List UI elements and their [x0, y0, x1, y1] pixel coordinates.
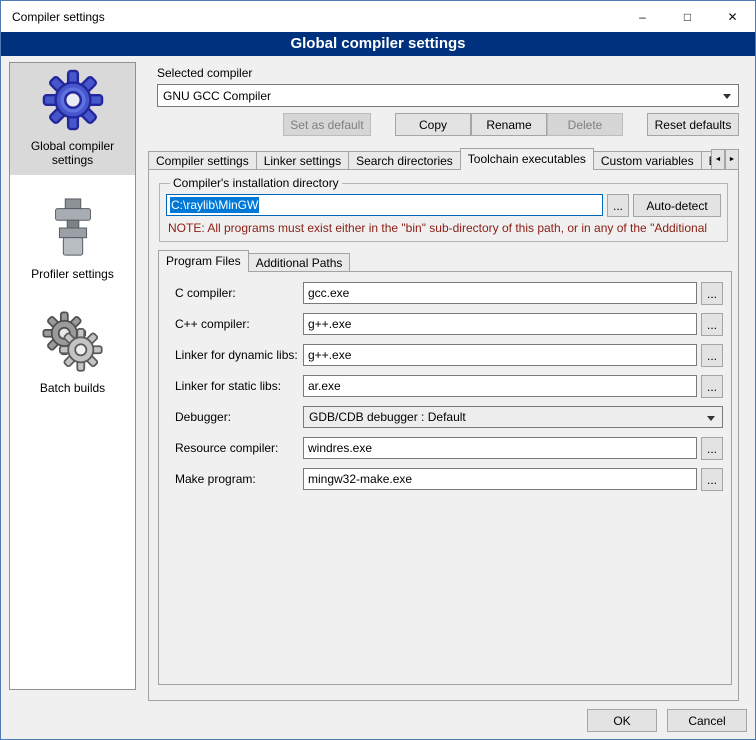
delete-button[interactable]: Delete	[547, 113, 623, 136]
chevron-down-icon	[707, 416, 715, 421]
dialog-footer: OK Cancel	[587, 709, 747, 732]
debugger-select[interactable]: GDB/CDB debugger : Default	[303, 406, 723, 428]
field-row: Make program: ...	[175, 468, 723, 490]
set-as-default-button[interactable]: Set as default	[283, 113, 371, 136]
program-files-panel: C compiler: ... C++ compiler: ... Linker…	[158, 271, 732, 685]
tabs-view: Compiler settings Linker settings Search…	[148, 148, 711, 170]
resource-compiler-input[interactable]	[303, 437, 697, 459]
main-content: Selected compiler GNU GCC Compiler Set a…	[147, 56, 740, 739]
c-compiler-label: C compiler:	[175, 282, 303, 304]
dialog-body: Global compiler settings Profiler settin…	[1, 56, 755, 739]
sidebar-item-label: Global compiler settings	[12, 139, 133, 167]
tab-scroll-left-button[interactable]: ◄	[711, 149, 725, 170]
window-title: Compiler settings	[1, 10, 620, 24]
copy-button[interactable]: Copy	[395, 113, 471, 136]
cancel-button[interactable]: Cancel	[667, 709, 747, 732]
compiler-select[interactable]: GNU GCC Compiler	[157, 84, 739, 107]
close-button[interactable]: ✕	[710, 1, 755, 32]
field-row: Linker for static libs: ...	[175, 375, 723, 397]
tab-build-options[interactable]: Builc	[701, 151, 711, 170]
cpp-compiler-browse-button[interactable]: ...	[701, 313, 723, 336]
auto-detect-button[interactable]: Auto-detect	[633, 194, 721, 217]
rename-button[interactable]: Rename	[471, 113, 547, 136]
chevron-down-icon	[723, 94, 731, 99]
program-files-tabstrip: Program Files Additional Paths	[158, 250, 738, 272]
gears-stack-icon	[42, 311, 104, 373]
debugger-select-value: GDB/CDB debugger : Default	[309, 410, 466, 424]
resource-compiler-browse-button[interactable]: ...	[701, 437, 723, 460]
tab-scroll-right-button[interactable]: ►	[725, 149, 739, 170]
tab-toolchain-executables[interactable]: Toolchain executables	[460, 148, 594, 170]
tab-linker-settings[interactable]: Linker settings	[256, 151, 349, 170]
debugger-label: Debugger:	[175, 406, 303, 428]
tab-compiler-settings[interactable]: Compiler settings	[148, 151, 257, 170]
field-row: Debugger: GDB/CDB debugger : Default	[175, 406, 723, 428]
make-program-browse-button[interactable]: ...	[701, 468, 723, 491]
selected-compiler-label: Selected compiler	[157, 66, 252, 80]
toolchain-executables-panel: Compiler's installation directory C:\ray…	[148, 169, 739, 701]
install-dir-note: NOTE: All programs must exist either in …	[166, 216, 721, 240]
sidebar-item-profiler-settings[interactable]: Profiler settings	[10, 191, 135, 289]
dynamic-linker-input[interactable]	[303, 344, 697, 366]
field-row: Resource compiler: ...	[175, 437, 723, 459]
install-dir-group-title: Compiler's installation directory	[170, 176, 342, 190]
reset-defaults-button[interactable]: Reset defaults	[647, 113, 739, 136]
dynamic-linker-browse-button[interactable]: ...	[701, 344, 723, 367]
spacer	[371, 113, 395, 136]
field-row: C++ compiler: ...	[175, 313, 723, 335]
ok-button[interactable]: OK	[587, 709, 657, 732]
gear-icon	[42, 69, 104, 131]
compiler-settings-window: Compiler settings – □ ✕ Global compiler …	[0, 0, 756, 740]
static-linker-input[interactable]	[303, 375, 697, 397]
compiler-tabstrip: Compiler settings Linker settings Search…	[148, 148, 739, 170]
install-dir-input[interactable]: C:\raylib\MinGW	[166, 194, 603, 216]
compiler-actions: Set as default Copy Rename Delete Reset …	[157, 113, 739, 136]
minimize-button[interactable]: –	[620, 1, 665, 32]
install-dir-value: C:\raylib\MinGW	[170, 197, 259, 213]
make-program-label: Make program:	[175, 468, 303, 490]
resource-compiler-label: Resource compiler:	[175, 437, 303, 459]
static-linker-browse-button[interactable]: ...	[701, 375, 723, 398]
subtab-additional-paths[interactable]: Additional Paths	[248, 253, 351, 272]
settings-sidebar: Global compiler settings Profiler settin…	[9, 62, 136, 690]
sidebar-item-global-compiler-settings[interactable]: Global compiler settings	[10, 63, 135, 175]
dialog-header-title: Global compiler settings	[1, 32, 755, 56]
c-compiler-browse-button[interactable]: ...	[701, 282, 723, 305]
sidebar-item-batch-builds[interactable]: Batch builds	[10, 305, 135, 403]
install-dir-row: C:\raylib\MinGW ... Auto-detect	[166, 194, 721, 216]
profiler-tool-icon	[44, 197, 102, 259]
subtab-program-files[interactable]: Program Files	[158, 250, 249, 272]
tab-scroll-controls: ◄ ►	[711, 149, 739, 170]
spacer	[623, 113, 647, 136]
cpp-compiler-label: C++ compiler:	[175, 313, 303, 335]
dynamic-linker-label: Linker for dynamic libs:	[175, 344, 303, 366]
tab-search-directories[interactable]: Search directories	[348, 151, 461, 170]
field-row: C compiler: ...	[175, 282, 723, 304]
static-linker-label: Linker for static libs:	[175, 375, 303, 397]
cpp-compiler-input[interactable]	[303, 313, 697, 335]
make-program-input[interactable]	[303, 468, 697, 490]
compiler-select-value: GNU GCC Compiler	[163, 89, 271, 103]
c-compiler-input[interactable]	[303, 282, 697, 304]
install-dir-browse-button[interactable]: ...	[607, 194, 629, 217]
maximize-button[interactable]: □	[665, 1, 710, 32]
field-row: Linker for dynamic libs: ...	[175, 344, 723, 366]
tab-custom-variables[interactable]: Custom variables	[593, 151, 702, 170]
install-dir-group: Compiler's installation directory C:\ray…	[159, 176, 728, 242]
window-controls: – □ ✕	[620, 1, 755, 32]
sidebar-item-label: Profiler settings	[12, 267, 133, 281]
titlebar: Compiler settings – □ ✕	[1, 1, 755, 32]
sidebar-item-label: Batch builds	[12, 381, 133, 395]
